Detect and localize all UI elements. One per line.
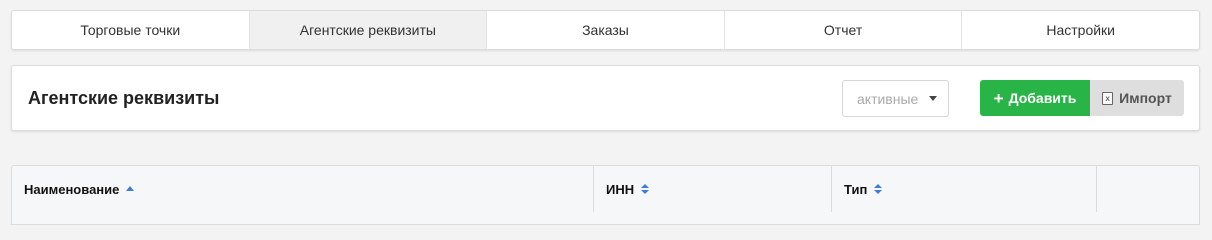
- tab-label: Отчет: [823, 22, 863, 38]
- agent-details-header-panel: Агентские реквизиты активные + Добавить …: [11, 65, 1200, 131]
- add-button-label: Добавить: [1008, 90, 1077, 106]
- status-filter-select[interactable]: активные: [842, 80, 949, 117]
- tab-agent-details[interactable]: Агентские реквизиты: [249, 11, 488, 49]
- tab-label: Настройки: [1046, 22, 1115, 38]
- column-header-inn[interactable]: ИНН: [594, 166, 832, 212]
- tab-report[interactable]: Отчет: [725, 11, 963, 49]
- plus-icon: +: [993, 88, 1004, 108]
- caret-down-icon: [929, 96, 937, 101]
- sort-asc-icon: [126, 185, 135, 191]
- import-button-label: Импорт: [1119, 90, 1172, 106]
- column-header-type[interactable]: Тип: [832, 166, 1097, 212]
- import-button[interactable]: x Импорт: [1090, 80, 1184, 116]
- tab-label: Заказы: [582, 22, 629, 38]
- xls-file-icon: x: [1102, 91, 1114, 105]
- add-button[interactable]: + Добавить: [980, 80, 1090, 116]
- page-title: Агентские реквизиты: [28, 88, 220, 108]
- tab-trade-points[interactable]: Торговые точки: [12, 11, 250, 49]
- table-header: Наименование ИНН Тип: [11, 165, 1200, 225]
- tab-label: Торговые точки: [80, 22, 181, 38]
- sort-icon: [641, 184, 650, 194]
- tab-orders[interactable]: Заказы: [487, 11, 725, 49]
- tab-label: Агентские реквизиты: [299, 22, 436, 38]
- column-header-label: ИНН: [606, 181, 635, 197]
- main-tab-bar: Торговые точки Агентские реквизиты Заказ…: [11, 10, 1200, 50]
- column-header-actions: [1097, 166, 1199, 212]
- column-header-label: Наименование: [24, 181, 120, 197]
- column-header-name[interactable]: Наименование: [12, 166, 594, 212]
- sort-icon: [874, 184, 883, 194]
- status-filter-value: активные: [857, 90, 919, 107]
- column-header-label: Тип: [844, 181, 868, 197]
- tab-settings[interactable]: Настройки: [962, 11, 1199, 49]
